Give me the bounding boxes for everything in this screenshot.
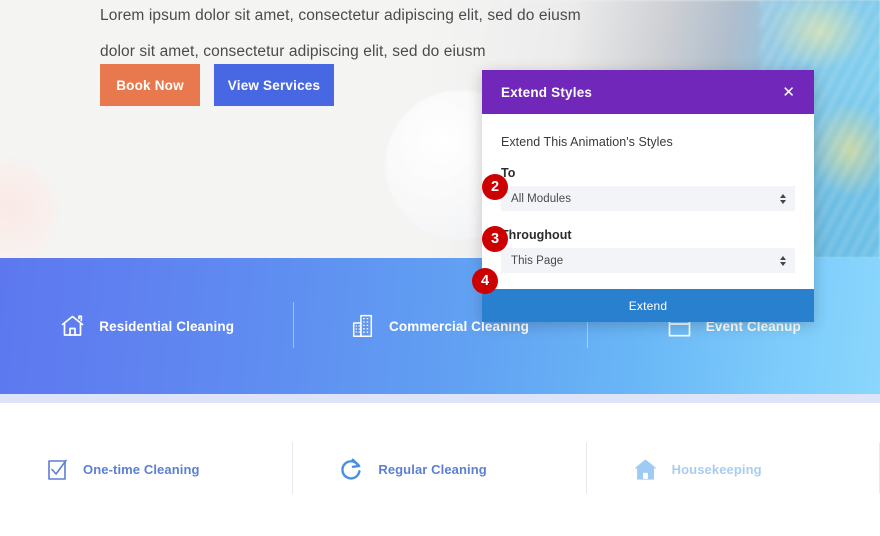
feature-item-housekeeping[interactable]: Housekeeping: [587, 440, 880, 500]
hero-copy: Lorem ipsum dolor sit amet, consectetur …: [100, 0, 581, 67]
to-select-value: All Modules: [511, 192, 571, 205]
service-label: Residential Cleaning: [99, 318, 235, 334]
feature-label: Housekeeping: [671, 462, 762, 477]
modal-body: Extend This Animation's Styles To All Mo…: [482, 114, 814, 289]
modal-header: Extend Styles ✕: [482, 70, 814, 114]
page-root: Lorem ipsum dolor sit amet, consectetur …: [0, 0, 880, 536]
house-icon: [633, 457, 658, 482]
throughout-select-value: This Page: [511, 254, 564, 267]
office-building-icon: [351, 313, 376, 339]
close-icon[interactable]: ✕: [777, 81, 800, 104]
view-services-button[interactable]: View Services: [214, 64, 334, 106]
feature-label: Regular Cleaning: [378, 462, 487, 477]
section-divider-strip: [0, 394, 880, 403]
service-item-residential-cleaning[interactable]: Residential Cleaning: [0, 296, 293, 356]
modal-title: Extend Styles: [501, 84, 593, 100]
feature-item-regular-cleaning[interactable]: Regular Cleaning: [293, 440, 587, 500]
chevron-updown-icon: [780, 193, 786, 204]
hero-paragraph-line-2: dolor sit amet, consectetur adipiscing e…: [100, 43, 486, 60]
field-label-throughout: Throughout: [501, 228, 572, 242]
field-label-to: To: [501, 166, 516, 180]
to-select[interactable]: All Modules: [501, 186, 795, 211]
extend-button[interactable]: Extend: [482, 289, 814, 322]
extend-button-label: Extend: [628, 298, 668, 313]
checkbox-checked-icon: [46, 458, 69, 482]
feature-item-one-time-cleaning[interactable]: One-time Cleaning: [0, 440, 294, 500]
throughout-select[interactable]: This Page: [501, 248, 795, 273]
chevron-updown-icon: [780, 255, 786, 266]
feature-label: One-time Cleaning: [83, 462, 200, 477]
extend-styles-modal: Extend Styles ✕ Extend This Animation's …: [482, 70, 814, 322]
refresh-arrow-icon: [339, 457, 364, 482]
hero-button-group: Book Now View Services: [100, 64, 334, 106]
step-badge-4: 4: [472, 268, 498, 294]
house-icon: [59, 313, 86, 339]
step-badge-2: 2: [482, 174, 508, 200]
features-band: One-time Cleaning Regular Cleaning House…: [0, 403, 880, 536]
modal-intro-text: Extend This Animation's Styles: [501, 135, 673, 149]
features-row: One-time Cleaning Regular Cleaning House…: [0, 403, 880, 536]
step-badge-3: 3: [482, 226, 508, 252]
book-now-button[interactable]: Book Now: [100, 64, 200, 106]
hero-paragraph-line-1: Lorem ipsum dolor sit amet, consectetur …: [100, 7, 581, 24]
